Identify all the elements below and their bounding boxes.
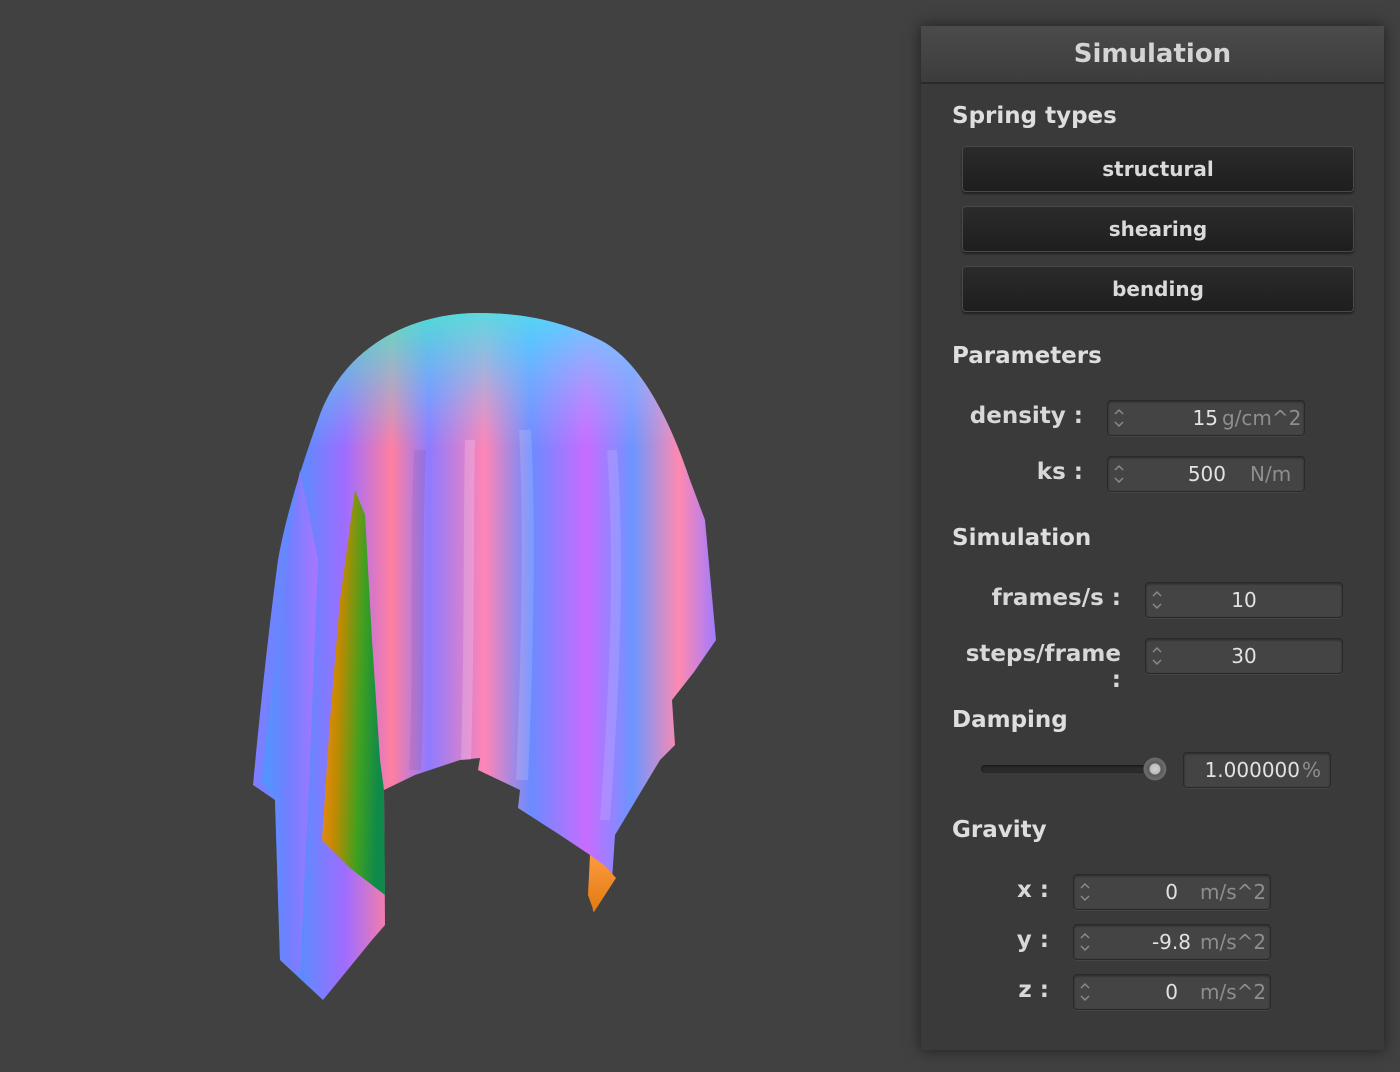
- gravity-y-value: -9.8: [1151, 930, 1191, 954]
- ks-spinbox[interactable]: 500 N/m: [1107, 456, 1305, 492]
- gravity-heading: Gravity: [952, 817, 1047, 843]
- shearing-button[interactable]: shearing: [962, 206, 1354, 252]
- panel-title: Simulation: [921, 26, 1384, 84]
- ks-unit: N/m: [1250, 462, 1292, 486]
- density-unit: g/cm^2: [1222, 406, 1302, 430]
- ks-value: 500: [1187, 462, 1226, 486]
- damping-unit: %: [1302, 758, 1322, 782]
- steps-spinbox[interactable]: 30: [1145, 638, 1343, 674]
- density-spinbox[interactable]: 15 g/cm^2: [1107, 400, 1305, 436]
- damping-heading: Damping: [952, 707, 1068, 733]
- gravity-z-spinbox[interactable]: 0 m/s^2: [1073, 974, 1271, 1010]
- 3d-viewport[interactable]: [0, 0, 905, 1072]
- ks-label: ks :: [1036, 459, 1083, 485]
- spin-arrows-icon[interactable]: [1077, 879, 1093, 905]
- fps-label: frames/s :: [991, 585, 1121, 611]
- damping-slider-handle[interactable]: [1143, 757, 1168, 781]
- fps-value: 10: [1231, 588, 1257, 612]
- gravity-z-value: 0: [1165, 980, 1178, 1004]
- parameters-heading: Parameters: [952, 343, 1102, 369]
- gravity-y-label: y :: [1016, 927, 1049, 953]
- spin-arrows-icon[interactable]: [1077, 929, 1093, 955]
- gravity-x-spinbox[interactable]: 0 m/s^2: [1073, 874, 1271, 910]
- gravity-x-unit: m/s^2: [1200, 880, 1267, 904]
- density-value: 15: [1192, 406, 1218, 430]
- gravity-y-unit: m/s^2: [1200, 930, 1267, 954]
- spring-types-heading: Spring types: [952, 103, 1117, 129]
- simulation-heading: Simulation: [952, 525, 1092, 551]
- spin-arrows-icon[interactable]: [1111, 405, 1127, 431]
- spin-arrows-icon[interactable]: [1077, 979, 1093, 1005]
- fps-spinbox[interactable]: 10: [1145, 582, 1343, 618]
- gravity-x-value: 0: [1165, 880, 1178, 904]
- gravity-z-unit: m/s^2: [1200, 980, 1267, 1004]
- spin-arrows-icon[interactable]: [1111, 461, 1127, 487]
- bending-button[interactable]: bending: [962, 266, 1354, 312]
- steps-value: 30: [1231, 644, 1257, 668]
- damping-slider[interactable]: [981, 757, 1168, 781]
- cloth-render: [253, 313, 716, 1000]
- structural-button[interactable]: structural: [962, 146, 1354, 192]
- density-label: density :: [969, 403, 1083, 429]
- damping-value: 1.000000: [1204, 758, 1300, 782]
- damping-value-field[interactable]: 1.000000 %: [1183, 752, 1331, 788]
- gravity-x-label: x :: [1016, 877, 1049, 903]
- gravity-y-spinbox[interactable]: -9.8 m/s^2: [1073, 924, 1271, 960]
- simulation-panel: Simulation Spring types structural shear…: [921, 26, 1384, 1050]
- gravity-z-label: z :: [1018, 977, 1049, 1003]
- steps-label: steps/frame :: [965, 641, 1121, 693]
